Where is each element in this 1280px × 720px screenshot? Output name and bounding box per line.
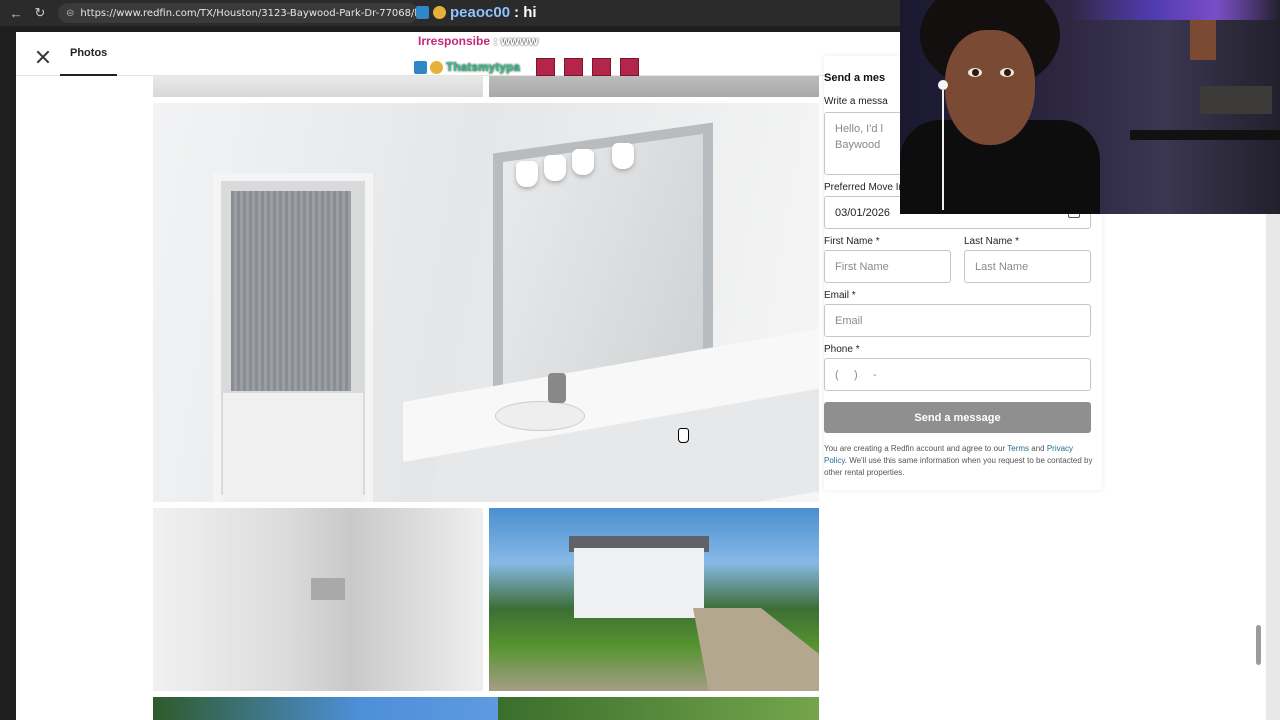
- last-name-label-text: Last Name: [964, 236, 1013, 247]
- message-label-text: Write a messa: [824, 96, 888, 107]
- webcam-poster: [1190, 20, 1216, 60]
- photo-light-bulb: [612, 143, 634, 169]
- required-marker: *: [1015, 236, 1020, 247]
- chat-emote-icon: [592, 58, 612, 76]
- webcam-desk: [1130, 130, 1280, 140]
- chat-username: peaoc00: [450, 4, 511, 21]
- photo-faucet-detail: [548, 373, 566, 403]
- chat-username: Irresponsibe: [418, 34, 491, 48]
- first-name-input[interactable]: First Name: [824, 250, 951, 283]
- listing-photo[interactable]: [153, 697, 498, 720]
- phone-placeholder: ( ) -: [835, 368, 877, 381]
- listing-photo-shower[interactable]: [153, 508, 483, 691]
- photo-vanity-lights: [508, 143, 658, 193]
- site-info-icon[interactable]: ⊜: [66, 8, 74, 19]
- disclaimer-text: and: [1029, 444, 1047, 453]
- first-name-label-text: First Name: [824, 236, 873, 247]
- email-label: Email *: [824, 290, 856, 301]
- photo-driveway-detail: [693, 608, 819, 691]
- photo-light-bulb: [516, 161, 538, 187]
- photo-house-detail: [574, 548, 704, 618]
- webcam-eye: [968, 68, 982, 77]
- stream-chat-message: Irresponsibe : wwww: [418, 34, 538, 48]
- chat-badge-icon: [416, 6, 429, 19]
- chat-emoji-icon: [430, 60, 443, 74]
- email-input[interactable]: Email: [824, 304, 1091, 337]
- phone-label: Phone *: [824, 344, 860, 355]
- disclaimer-text: . We'll use this same information when y…: [824, 456, 1093, 477]
- required-marker: *: [851, 290, 856, 301]
- photo-niche-detail: [311, 578, 345, 600]
- listing-photo-bathroom[interactable]: [153, 103, 819, 502]
- required-marker: *: [855, 344, 860, 355]
- photo-shower-detail: [231, 191, 351, 391]
- stream-chat-message: peaoc00 : hi: [416, 4, 537, 21]
- webcam-earphone: [938, 80, 948, 90]
- webcam-led-light: [1070, 0, 1280, 20]
- chat-badge-icon: [414, 60, 427, 74]
- stream-chat-message: Thatsmytypa :: [414, 58, 640, 76]
- streamer-webcam: [900, 0, 1280, 214]
- url-text: https://www.redfin.com/TX/Houston/3123-B…: [80, 7, 418, 19]
- webcam-shelf: [1200, 86, 1272, 114]
- chat-emote-icon: [564, 58, 584, 76]
- photo-light-bulb: [544, 155, 566, 181]
- required-marker: *: [875, 236, 880, 247]
- message-label: Write a messa: [824, 96, 888, 107]
- webcam-face: [945, 30, 1035, 145]
- listing-photo[interactable]: [153, 76, 483, 97]
- chat-username: Thatsmytypa: [446, 60, 521, 74]
- account-disclaimer: You are creating a Redfin account and ag…: [824, 443, 1094, 479]
- back-icon[interactable]: ←: [6, 3, 26, 23]
- listing-photo[interactable]: [498, 697, 819, 720]
- email-placeholder: Email: [835, 314, 863, 327]
- address-bar[interactable]: ⊜ https://www.redfin.com/TX/Houston/3123…: [58, 3, 418, 23]
- phone-label-text: Phone: [824, 344, 853, 355]
- listing-photo[interactable]: [489, 76, 819, 97]
- photo-sink-detail: [495, 401, 585, 431]
- photo-light-bulb: [572, 149, 594, 175]
- mouse-cursor-icon: [678, 428, 689, 443]
- disclaimer-text: You are creating a Redfin account and ag…: [824, 444, 1008, 453]
- phone-input[interactable]: ( ) -: [824, 358, 1091, 391]
- terms-link[interactable]: Terms: [1007, 444, 1029, 453]
- send-message-button[interactable]: Send a message: [824, 402, 1091, 433]
- chat-text: :: [523, 60, 528, 74]
- first-name-label: First Name *: [824, 236, 880, 247]
- move-in-date-value: 03/01/2026: [835, 206, 891, 219]
- email-label-text: Email: [824, 290, 850, 301]
- chat-emote-icon: [536, 58, 556, 76]
- first-name-placeholder: First Name: [835, 260, 889, 273]
- webcam-eye: [1000, 68, 1014, 77]
- chat-emote-icon: [620, 58, 640, 76]
- chat-emoji-icon: [433, 6, 446, 19]
- page-scrollbar-thumb[interactable]: [1256, 625, 1261, 665]
- listing-photo-exterior[interactable]: [489, 508, 819, 691]
- webcam-earphone-wire: [942, 90, 944, 210]
- last-name-label: Last Name *: [964, 236, 1019, 247]
- form-title: Send a mes: [824, 72, 886, 84]
- last-name-input[interactable]: Last Name: [964, 250, 1091, 283]
- chat-text: : hi: [514, 4, 537, 21]
- last-name-placeholder: Last Name: [975, 260, 1029, 273]
- window-edge: [0, 32, 16, 720]
- close-icon[interactable]: [36, 50, 50, 64]
- photo-tub-detail: [223, 393, 363, 502]
- reload-icon[interactable]: ↻: [30, 3, 50, 23]
- chat-text: : wwww: [493, 34, 539, 48]
- tab-photos[interactable]: Photos: [60, 32, 118, 76]
